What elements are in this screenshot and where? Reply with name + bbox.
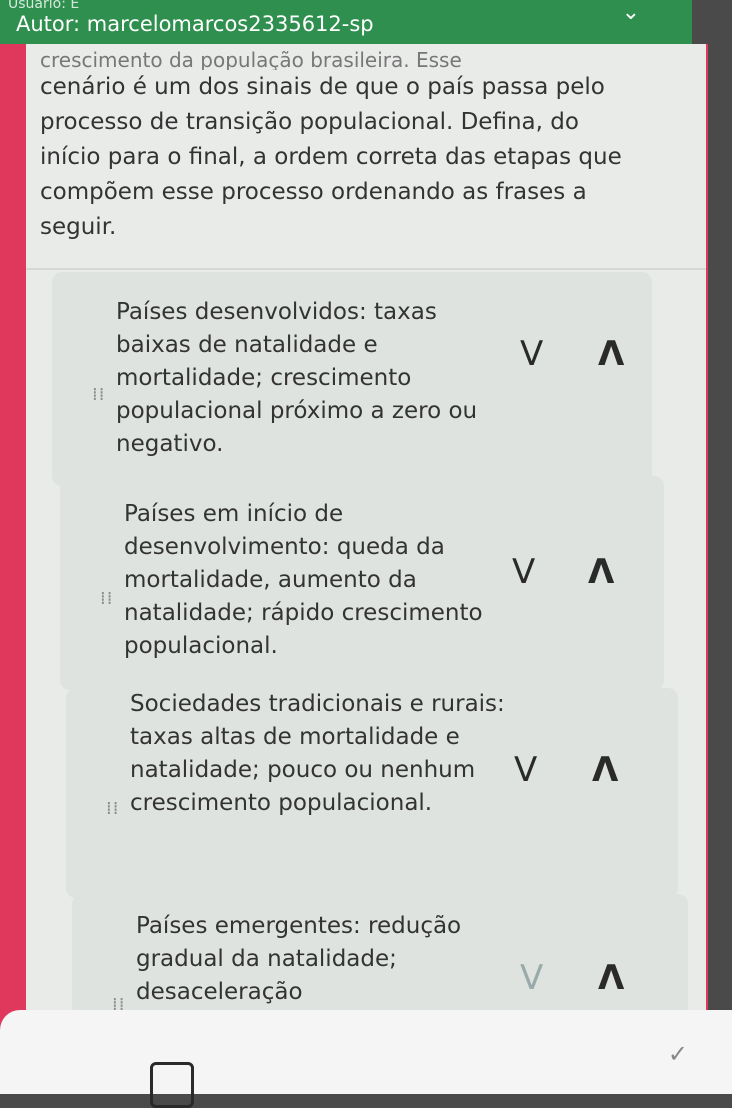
move-up-icon[interactable]: Λ [598,958,624,998]
author-label: Autor: marcelomarcos2335612-sp [16,12,374,36]
user-label: Usuário: E [8,0,80,12]
drag-handle-icon[interactable]: ⁞⁞ [112,996,130,1014]
drag-handle-icon[interactable]: ⁞⁞ [100,590,118,608]
order-item-2[interactable]: ⁞⁞ Países em início de desenvolvimento: … [60,476,664,690]
order-item-text: Sociedades tradicionais e rurais: taxas … [130,691,505,816]
bottom-toolbar: ✓ [0,1010,732,1108]
move-down-icon[interactable]: V [514,750,537,790]
move-down-icon[interactable]: V [520,958,543,998]
order-item-text: Países em início de desenvolvimento: que… [124,501,483,659]
order-item-text: Países emergentes: redução gradual da na… [136,913,462,1005]
move-down-icon[interactable]: V [520,334,543,374]
question-text: cenário é um dos sinais de que o país pa… [40,74,622,240]
move-up-icon[interactable]: Λ [592,750,618,790]
divider [26,268,706,270]
check-icon[interactable]: ✓ [668,1040,688,1068]
order-item-3[interactable]: ⁞⁞ Sociedades tradicionais e rurais: tax… [66,688,678,898]
order-item-text: Países desenvolvidos: taxas baixas de na… [116,299,478,457]
move-down-icon[interactable]: V [512,552,535,592]
chevron-down-icon[interactable]: ⌄ [622,0,640,25]
move-up-icon[interactable]: Λ [598,334,624,374]
question-faded-line: crescimento da população brasileira. Ess… [40,50,462,70]
question-text-block: crescimento da população brasileira. Ess… [40,50,640,245]
move-up-icon[interactable]: Λ [588,552,614,592]
drag-handle-icon[interactable]: ⁞⁞ [106,800,124,818]
header-bar: Usuário: E Autor: marcelomarcos2335612-s… [0,0,692,44]
document-icon[interactable] [150,1062,194,1108]
order-item-1[interactable]: ⁞⁞ Países desenvolvidos: taxas baixas de… [52,272,652,486]
drag-handle-icon[interactable]: ⁞⁞ [92,386,110,404]
